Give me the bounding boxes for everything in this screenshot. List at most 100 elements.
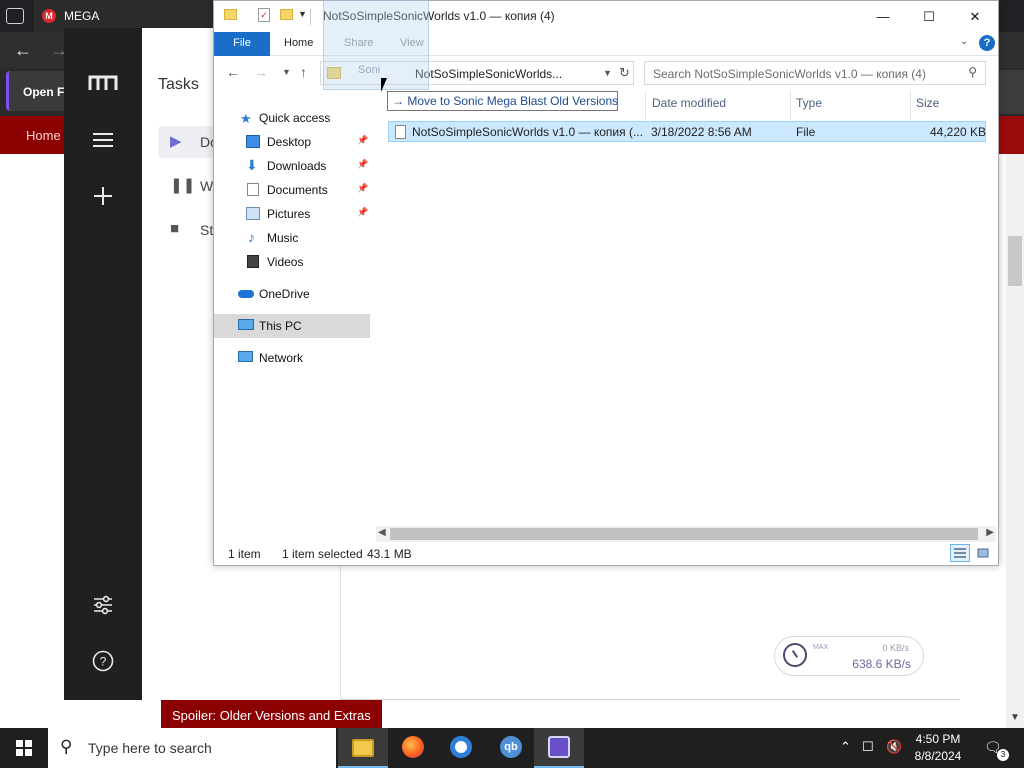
quick-access-dropdown-icon[interactable]: ▼ [298, 9, 307, 19]
pin-icon[interactable]: 📌 [357, 183, 368, 194]
search-placeholder: Search NotSoSimpleSonicWorlds v1.0 — коп… [653, 67, 926, 81]
tab-actions-icon[interactable] [6, 8, 24, 24]
notification-count: 3 [997, 749, 1009, 761]
transfer-speed-widget[interactable]: MAX 0 KB/s 638.6 KB/s [774, 636, 924, 676]
start-button[interactable] [0, 728, 48, 768]
clock-date: 8/8/2024 [914, 749, 962, 763]
pin-icon[interactable]: 📌 [357, 159, 368, 170]
nav-videos[interactable]: Videos [214, 250, 370, 274]
play-icon: ▶ [170, 133, 182, 150]
mega-transfers-content [340, 566, 960, 700]
pictures-icon [246, 207, 260, 220]
move-arrow-icon: → [392, 94, 404, 108]
mega-logo-icon[interactable] [64, 74, 142, 95]
pin-icon[interactable]: 📌 [357, 135, 368, 146]
back-arrow-icon[interactable]: ← [14, 40, 32, 61]
network-tray-icon[interactable]: ☐ [862, 739, 874, 755]
search-input[interactable]: Search NotSoSimpleSonicWorlds v1.0 — коп… [644, 61, 986, 85]
scroll-left-arrow-icon[interactable]: ◀ [378, 527, 386, 538]
tab-title: MEGA [64, 9, 100, 23]
expand-ribbon-chevron-icon[interactable]: ⌄ [960, 36, 968, 47]
download-arrow-icon: ⬇ [246, 157, 258, 173]
nav-this-pc[interactable]: This PC [214, 314, 370, 338]
taskbar-chromium[interactable] [436, 728, 486, 768]
status-bar: 1 item 1 item selected 43.1 MB [214, 543, 998, 565]
large-icons-view-button[interactable] [973, 544, 993, 562]
page-header-right [998, 70, 1024, 114]
speed-gauge-icon [783, 643, 807, 667]
nav-label: Videos [267, 255, 304, 269]
back-icon[interactable]: ← [226, 64, 240, 80]
column-type[interactable]: Type [796, 96, 822, 118]
computer-icon [238, 319, 254, 330]
properties-icon[interactable]: ✓ [258, 8, 270, 22]
nav-network[interactable]: Network [214, 346, 370, 370]
nav-desktop[interactable]: Desktop 📌 [214, 130, 370, 154]
horizontal-scroll-thumb[interactable] [390, 528, 978, 540]
selected-size: 43.1 MB [367, 547, 412, 561]
selected-count: 1 item selected [282, 547, 363, 561]
nav-pictures[interactable]: Pictures 📌 [214, 202, 370, 226]
help-icon[interactable]: ? [64, 650, 142, 675]
close-button[interactable]: ✕ [952, 1, 998, 32]
add-icon[interactable] [64, 186, 142, 209]
taskbar-app[interactable] [534, 728, 584, 768]
settings-sliders-icon[interactable] [64, 594, 142, 619]
open-files-button[interactable]: Open Fi [6, 71, 68, 111]
mega-favicon-icon: M [42, 9, 56, 23]
column-size[interactable]: Size [916, 96, 939, 118]
scroll-right-arrow-icon[interactable]: ▶ [986, 527, 994, 538]
file-row[interactable]: NotSoSimpleSonicWorlds v1.0 — копия (...… [388, 121, 986, 142]
help-button[interactable]: ? [979, 35, 995, 51]
nav-home-link[interactable]: Home [26, 128, 61, 143]
star-icon: ★ [240, 111, 252, 126]
taskbar-file-explorer[interactable] [338, 728, 388, 768]
new-folder-icon[interactable] [280, 9, 293, 20]
column-divider[interactable] [645, 90, 646, 120]
volume-muted-icon[interactable]: 🔇 [886, 739, 902, 755]
documents-icon [247, 183, 259, 196]
pin-icon[interactable]: 📌 [357, 207, 368, 218]
up-icon[interactable]: ↑ [300, 64, 307, 80]
mouse-cursor-icon [381, 78, 393, 92]
maximize-button[interactable]: ☐ [906, 1, 952, 32]
details-view-button[interactable] [950, 544, 970, 562]
nav-downloads[interactable]: ⬇ Downloads 📌 [214, 154, 370, 178]
menu-icon[interactable] [64, 132, 142, 151]
column-divider[interactable] [910, 90, 911, 120]
recent-locations-chevron-icon[interactable]: ▼ [282, 67, 291, 77]
column-divider[interactable] [790, 90, 791, 120]
nav-label: OneDrive [259, 287, 310, 301]
spoiler-button[interactable]: Spoiler: Older Versions and Extras [161, 700, 382, 728]
task-item-stopped[interactable]: ■ St [158, 214, 214, 246]
nav-quick-access[interactable]: ★ Quick access [214, 106, 370, 130]
task-item-waiting[interactable]: ❚❚ W [158, 170, 214, 202]
forward-icon[interactable]: → [254, 64, 268, 80]
firefox-icon [402, 736, 424, 758]
task-item-label: Do [200, 134, 214, 150]
folder-icon [224, 9, 237, 20]
nav-label: This PC [259, 319, 302, 333]
nav-music[interactable]: ♪ Music [214, 226, 370, 250]
address-path: NotSoSimpleSonicWorlds... [415, 67, 563, 81]
tray-chevron-icon[interactable]: ⌃ [840, 739, 851, 755]
task-item-downloads[interactable]: ▶ Do [158, 126, 214, 158]
tab-home[interactable]: Home [270, 32, 327, 56]
taskbar-qbittorrent[interactable]: qb [486, 728, 536, 768]
mega-sidebar-rail: ? [64, 28, 142, 700]
minimize-button[interactable]: — [860, 1, 906, 32]
horizontal-scrollbar[interactable]: ◀ ▶ [376, 526, 996, 542]
network-icon [238, 351, 253, 362]
address-dropdown-icon[interactable]: ▼ [603, 68, 612, 78]
taskbar-clock[interactable]: 4:50 PM 8/8/2024 [908, 731, 968, 765]
taskbar-search-input[interactable]: ⚲ Type here to search [48, 728, 336, 768]
page-scroll-thumb[interactable] [1008, 236, 1022, 286]
taskbar-firefox[interactable] [388, 728, 438, 768]
nav-label: Documents [267, 183, 328, 197]
nav-documents[interactable]: Documents 📌 [214, 178, 370, 202]
nav-onedrive[interactable]: OneDrive [214, 282, 370, 306]
refresh-icon[interactable]: ↻ [619, 65, 630, 81]
column-date-modified[interactable]: Date modified [652, 96, 726, 118]
scroll-down-arrow-icon[interactable]: ▼ [1010, 712, 1020, 723]
tab-file[interactable]: File [214, 32, 270, 56]
